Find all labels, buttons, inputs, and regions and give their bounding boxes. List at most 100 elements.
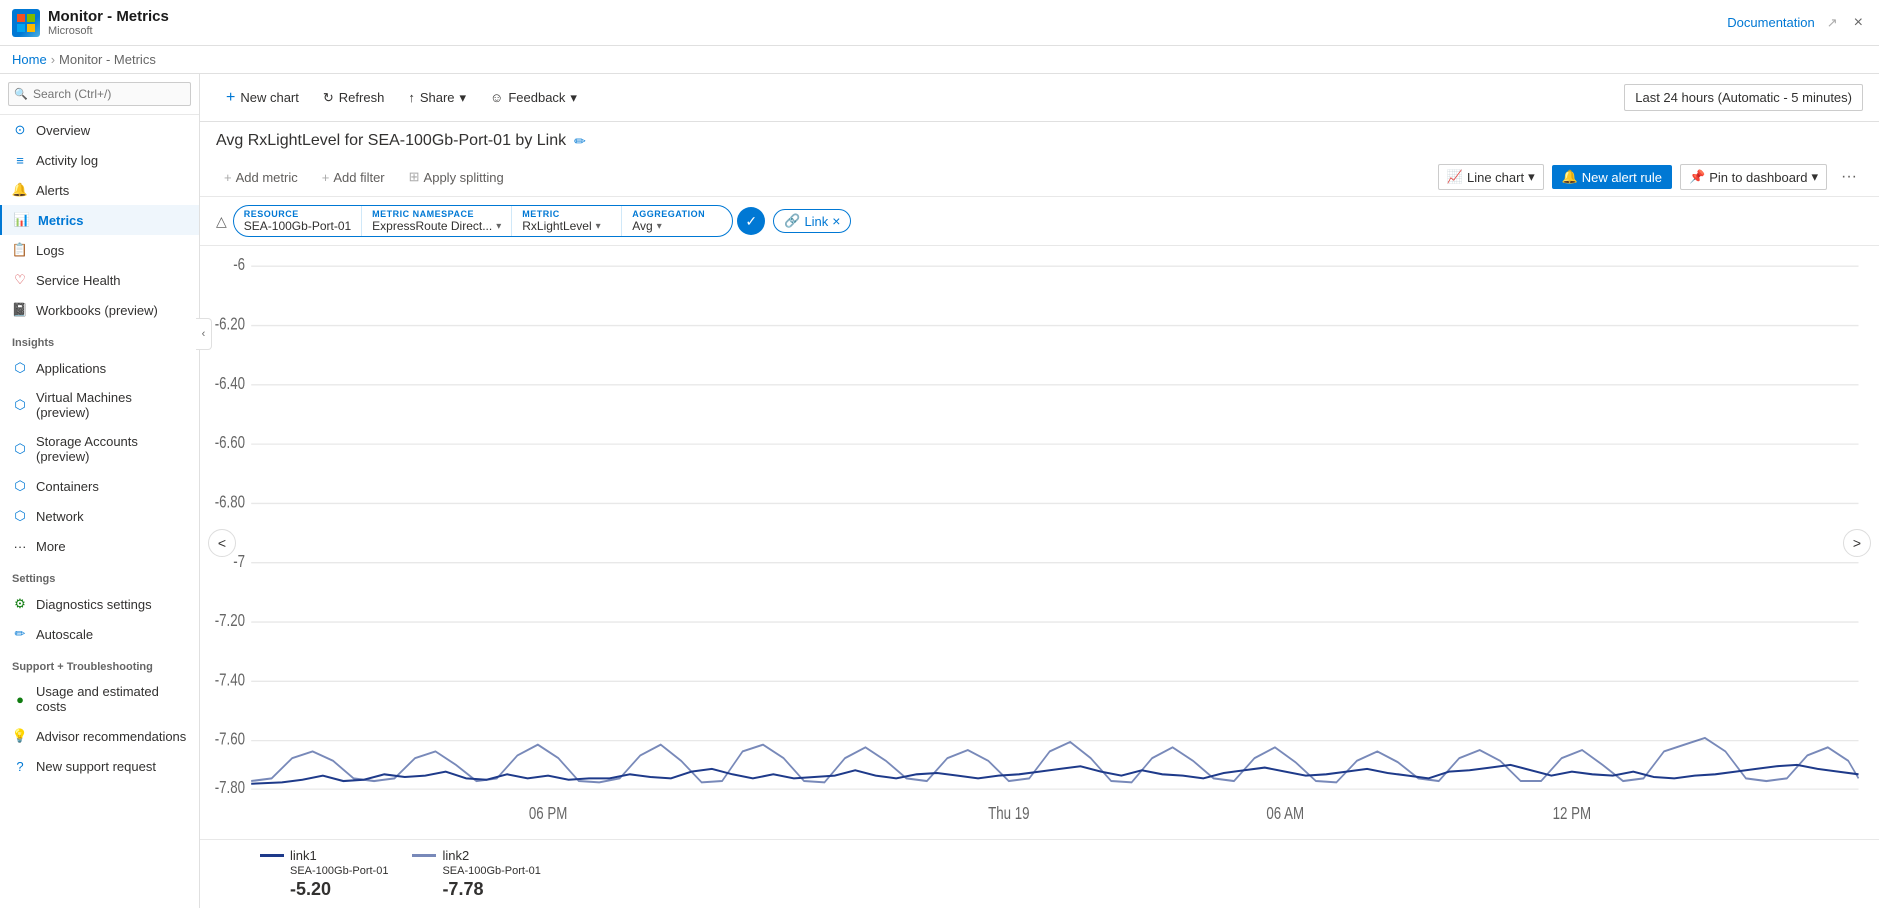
sidebar-item-storage-accounts[interactable]: ⬡ Storage Accounts (preview) — [0, 427, 199, 471]
link-badge[interactable]: 🔗 Link × — [773, 209, 851, 233]
feedback-button[interactable]: ☺ Feedback ▾ — [480, 85, 587, 111]
breadcrumb-home[interactable]: Home — [12, 52, 47, 67]
add-metric-icon: + — [224, 170, 232, 185]
refresh-button[interactable]: ↻ Refresh — [313, 85, 394, 111]
splitting-icon: ⊞ — [409, 169, 420, 185]
svg-text:06 AM: 06 AM — [1266, 804, 1304, 823]
metric-field[interactable]: METRIC RxLightLevel ▾ — [512, 206, 622, 236]
feedback-icon: ☺ — [490, 90, 503, 105]
sidebar-item-label: Usage and estimated costs — [36, 684, 187, 714]
chart-controls: + Add metric + Add filter ⊞ Apply splitt… — [200, 158, 1879, 197]
sidebar-item-diagnostics[interactable]: ⚙ Diagnostics settings — [0, 589, 199, 619]
sidebar-toggle[interactable]: ‹ — [196, 318, 212, 350]
advisor-icon: 💡 — [12, 728, 28, 744]
namespace-field[interactable]: METRIC NAMESPACE ExpressRoute Direct... … — [362, 206, 512, 236]
aggregation-field[interactable]: AGGREGATION Avg ▾ — [622, 206, 732, 236]
sidebar-item-containers[interactable]: ⬡ Containers — [0, 471, 199, 501]
chart-nav-right-button[interactable]: > — [1843, 529, 1871, 557]
sidebar-item-label: Storage Accounts (preview) — [36, 434, 187, 464]
activity-log-icon: ≡ — [12, 152, 28, 168]
namespace-chevron-icon: ▾ — [496, 221, 501, 232]
pin-icon: 📌 — [1689, 169, 1705, 185]
sidebar-item-workbooks[interactable]: 📓 Workbooks (preview) — [0, 295, 199, 325]
chart-area: < > -6 -6.20 -6.40 -6.60 -6.80 -7 -7.20 … — [200, 246, 1879, 839]
chart-legend: link1 SEA-100Gb-Port-01 -5.20 link2 SEA-… — [200, 839, 1879, 908]
alert-icon: 🔔 — [1562, 169, 1578, 185]
sidebar-item-virtual-machines[interactable]: ⬡ Virtual Machines (preview) — [0, 383, 199, 427]
documentation-link[interactable]: Documentation — [1727, 15, 1814, 30]
applications-icon: ⬡ — [12, 360, 28, 376]
chart-title: Avg RxLightLevel for SEA-100Gb-Port-01 b… — [216, 132, 566, 150]
sidebar-item-advisor[interactable]: 💡 Advisor recommendations — [0, 721, 199, 751]
logs-icon: 📋 — [12, 242, 28, 258]
sidebar-item-logs[interactable]: 📋 Logs — [0, 235, 199, 265]
svg-text:-6.60: -6.60 — [215, 434, 246, 453]
edit-title-icon[interactable]: ✏ — [574, 133, 586, 150]
sidebar-item-label: Logs — [36, 243, 64, 258]
resource-field[interactable]: RESOURCE SEA-100Gb-Port-01 — [234, 206, 362, 236]
sidebar-item-label: New support request — [36, 759, 156, 774]
add-filter-button[interactable]: + Add filter — [314, 166, 393, 189]
search-input[interactable] — [8, 82, 191, 106]
sidebar-item-label: Virtual Machines (preview) — [36, 390, 187, 420]
metric-selector-row: △ RESOURCE SEA-100Gb-Port-01 METRIC NAME… — [200, 197, 1879, 246]
sidebar-item-overview[interactable]: ⊙ Overview — [0, 115, 199, 145]
sidebar-item-metrics[interactable]: 📊 Metrics — [0, 205, 199, 235]
svg-text:-7: -7 — [233, 552, 245, 571]
legend-label-link1-name: link1 — [290, 848, 317, 863]
chart-nav-left-button[interactable]: < — [208, 529, 236, 557]
pin-dashboard-button[interactable]: 📌 Pin to dashboard ▾ — [1680, 164, 1827, 190]
share-button[interactable]: ↑ Share ▾ — [398, 85, 476, 111]
sidebar-item-usage-costs[interactable]: ● Usage and estimated costs — [0, 677, 199, 721]
autoscale-icon: ✏ — [12, 626, 28, 642]
sidebar-item-alerts[interactable]: 🔔 Alerts — [0, 175, 199, 205]
chart-type-button[interactable]: 📈 Line chart ▾ — [1438, 164, 1544, 190]
svg-text:06 PM: 06 PM — [529, 804, 567, 823]
close-button[interactable]: × — [1850, 10, 1867, 36]
feedback-chevron-icon: ▾ — [570, 90, 577, 106]
svg-text:12 PM: 12 PM — [1553, 804, 1591, 823]
sidebar-item-service-health[interactable]: ♡ Service Health — [0, 265, 199, 295]
sidebar-item-label: More — [36, 539, 66, 554]
time-range-button[interactable]: Last 24 hours (Automatic - 5 minutes) — [1624, 84, 1863, 111]
breadcrumb: Home › Monitor - Metrics — [0, 46, 1879, 74]
sidebar-item-label: Network — [36, 509, 84, 524]
top-bar: Monitor - Metrics Microsoft Documentatio… — [0, 0, 1879, 46]
apply-splitting-button[interactable]: ⊞ Apply splitting — [401, 165, 512, 189]
svg-text:-6.20: -6.20 — [215, 315, 246, 334]
sidebar-item-label: Containers — [36, 479, 99, 494]
sidebar-item-activity-log[interactable]: ≡ Activity log — [0, 145, 199, 175]
usage-costs-icon: ● — [12, 691, 28, 707]
link-badge-remove[interactable]: × — [832, 213, 840, 229]
svg-text:-7.60: -7.60 — [215, 730, 246, 749]
toolbar: + New chart ↻ Refresh ↑ Share ▾ ☺ Feedba… — [200, 74, 1879, 122]
line-chart-icon: 📈 — [1447, 169, 1463, 185]
legend-sublabel-link1: SEA-100Gb-Port-01 — [290, 865, 388, 877]
sidebar-item-applications[interactable]: ⬡ Applications — [0, 353, 199, 383]
svg-text:-6: -6 — [233, 256, 245, 275]
support-section-label: Support + Troubleshooting — [0, 649, 199, 677]
metric-pill: RESOURCE SEA-100Gb-Port-01 METRIC NAMESP… — [233, 205, 733, 237]
share-chevron-icon: ▾ — [460, 90, 467, 106]
plus-icon: + — [226, 89, 235, 107]
logo-icon — [12, 9, 40, 37]
svg-text:-7.20: -7.20 — [215, 611, 246, 630]
more-options-button[interactable]: ··· — [1835, 164, 1863, 190]
containers-icon: ⬡ — [12, 478, 28, 494]
sidebar-item-more[interactable]: ··· More — [0, 531, 199, 561]
metric-confirm-button[interactable]: ✓ — [737, 207, 765, 235]
search-icon: 🔍 — [14, 88, 28, 101]
main-layout: 🔍 ⊙ Overview ≡ Activity log 🔔 Alerts 📊 M… — [0, 74, 1879, 908]
sidebar-item-autoscale[interactable]: ✏ Autoscale — [0, 619, 199, 649]
new-alert-rule-button[interactable]: 🔔 New alert rule — [1552, 165, 1672, 189]
sidebar-item-label: Advisor recommendations — [36, 729, 186, 744]
link-icon: 🔗 — [784, 213, 800, 229]
app-title: Monitor - Metrics — [48, 8, 169, 25]
sidebar-item-network[interactable]: ⬡ Network — [0, 501, 199, 531]
add-metric-button[interactable]: + Add metric — [216, 166, 306, 189]
new-chart-button[interactable]: + New chart — [216, 84, 309, 112]
legend-value-link2: -7.78 — [442, 879, 540, 900]
sidebar-item-support-request[interactable]: ? New support request — [0, 751, 199, 781]
sidebar-item-label: Service Health — [36, 273, 121, 288]
svg-text:-6.40: -6.40 — [215, 374, 246, 393]
